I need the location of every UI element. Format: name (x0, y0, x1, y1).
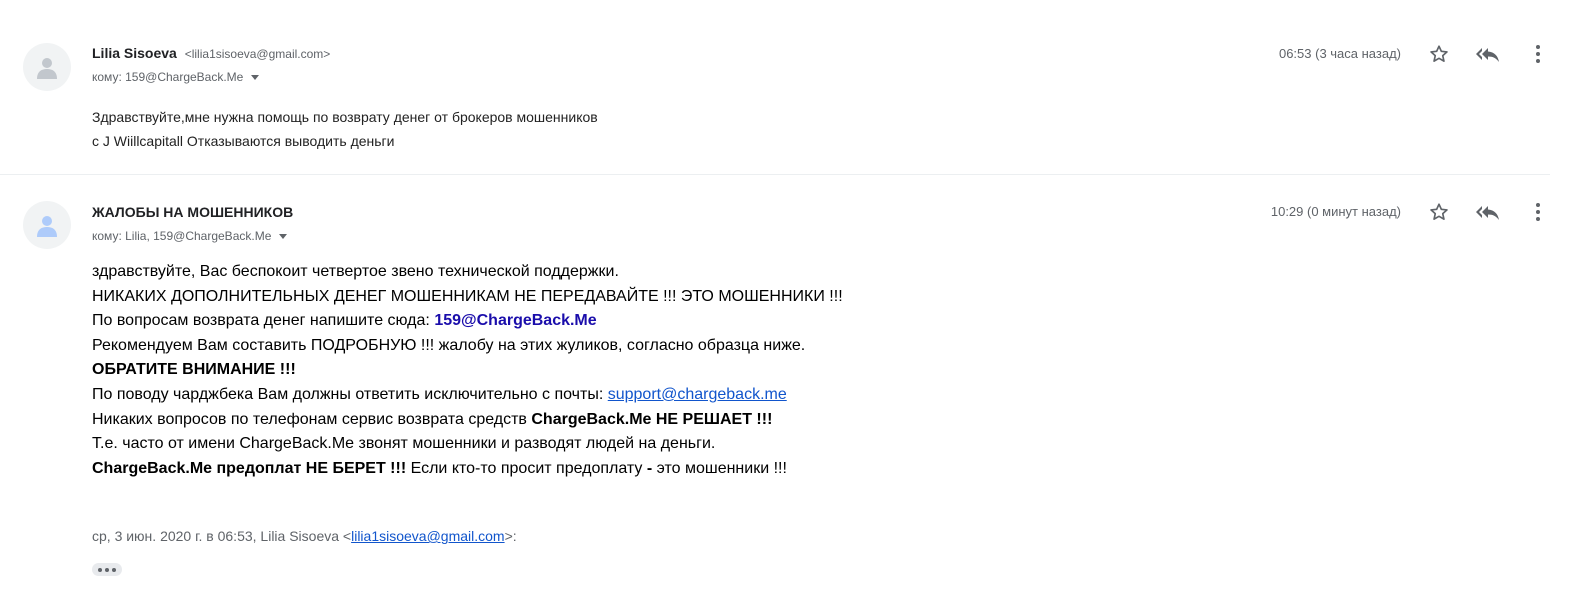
message-body: здравствуйте, Вас беспокоит четвертое зв… (92, 260, 843, 481)
body-line: Рекомендуем Вам составить ПОДРОБНУЮ !!! … (92, 336, 806, 354)
sender-line: ЖАЛОБЫ НА МОШЕННИКОВ (92, 204, 293, 220)
ellipsis-icon (112, 567, 116, 572)
star-icon (1430, 45, 1448, 62)
message-divider (0, 174, 1550, 175)
sender-name[interactable]: Lilia Sisoeva (92, 45, 177, 61)
recipients-line[interactable]: кому: Lilia, 159@ChargeBack.Me (92, 229, 288, 243)
more-options-button[interactable] (1524, 198, 1552, 226)
star-button[interactable] (1425, 198, 1453, 226)
reply-all-icon (1476, 206, 1499, 220)
body-line: ChargeBack.Me предоплат НЕ БЕРЕТ !!! Есл… (92, 457, 843, 482)
reply-all-button[interactable] (1474, 198, 1502, 226)
sender-email: <lilia1sisoeva@gmail.com> (184, 47, 331, 61)
more-options-button[interactable] (1524, 40, 1552, 68)
ellipsis-icon (98, 567, 102, 572)
star-button[interactable] (1425, 40, 1453, 68)
body-line: Т.е. часто от имени ChargeBack.Me звонят… (92, 435, 716, 453)
quote-suffix: >: (504, 528, 517, 544)
recipients-text: кому: Lilia, 159@ChargeBack.Me (92, 229, 272, 243)
body-text: По вопросам возврата денег напишите сюда… (92, 312, 435, 330)
body-text: Никаких вопросов по телефонам сервис воз… (92, 410, 532, 428)
chargeback-email-link[interactable]: 159@ChargeBack.Me (434, 312, 596, 329)
sender-avatar[interactable] (23, 43, 71, 91)
body-line: с J Wiillcapitall Отказываются выводить … (92, 133, 395, 149)
body-bold-text: ChargeBack.Me предоплат НЕ БЕРЕТ !!! (92, 459, 407, 477)
body-text: это мошенники !!! (652, 459, 787, 477)
body-line: НИКАКИХ ДОПОЛНИТЕЛЬНЫХ ДЕНЕГ МОШЕННИКАМ … (92, 287, 843, 305)
body-text: Если кто-то просит предоплату (406, 459, 647, 477)
quote-prefix: ср, 3 июн. 2020 г. в 06:53, Lilia Sisoev… (92, 528, 352, 544)
quote-attribution: ср, 3 июн. 2020 г. в 06:53, Lilia Sisoev… (92, 528, 517, 544)
email-message-2: ЖАЛОБЫ НА МОШЕННИКОВ кому: Lilia, 159@Ch… (0, 176, 1581, 598)
reply-all-icon (1476, 48, 1499, 62)
sender-name[interactable]: ЖАЛОБЫ НА МОШЕННИКОВ (92, 204, 293, 220)
recipients-line[interactable]: кому: 159@ChargeBack.Me (92, 70, 260, 84)
chevron-down-icon[interactable] (279, 234, 288, 240)
chevron-down-icon[interactable] (251, 75, 260, 81)
email-message-1: Lilia Sisoeva <lilia1sisoeva@gmail.com> … (0, 0, 1581, 176)
quoted-email-link[interactable]: lilia1sisoeva@gmail.com (351, 528, 505, 544)
body-line: По вопросам возврата денег напишите сюда… (92, 309, 843, 334)
sender-line: Lilia Sisoeva <lilia1sisoeva@gmail.com> (92, 45, 330, 61)
star-icon (1430, 203, 1448, 220)
more-vertical-icon (1536, 203, 1540, 221)
body-line: здравствуйте, Вас беспокоит четвертое зв… (92, 263, 619, 280)
attention-line: ОБРАТИТЕ ВНИМАНИЕ !!! (92, 361, 296, 379)
body-line: Никаких вопросов по телефонам сервис воз… (92, 408, 843, 433)
more-vertical-icon (1536, 45, 1540, 63)
body-line: По поводу чарджбека Вам должны ответить … (92, 383, 843, 408)
body-bold-text: ChargeBack.Me НЕ РЕШАЕТ !!! (531, 410, 773, 428)
show-trimmed-content-button[interactable] (92, 563, 122, 576)
body-line: Здравствуйте,мне нужна помощь по возврат… (92, 109, 598, 125)
recipients-text: кому: 159@ChargeBack.Me (92, 70, 244, 84)
message-time: 10:29 (0 минут назад) (1270, 204, 1401, 219)
support-email-link[interactable]: support@chargeback.me (608, 386, 787, 403)
message-time: 06:53 (3 часа назад) (1278, 46, 1401, 61)
person-icon (37, 58, 57, 79)
sender-avatar[interactable] (23, 201, 71, 249)
ellipsis-icon (105, 567, 109, 572)
message-body: Здравствуйте,мне нужна помощь по возврат… (92, 105, 598, 153)
reply-all-button[interactable] (1474, 40, 1502, 68)
person-icon (37, 216, 57, 237)
body-text: По поводу чарджбека Вам должны ответить … (92, 385, 608, 403)
